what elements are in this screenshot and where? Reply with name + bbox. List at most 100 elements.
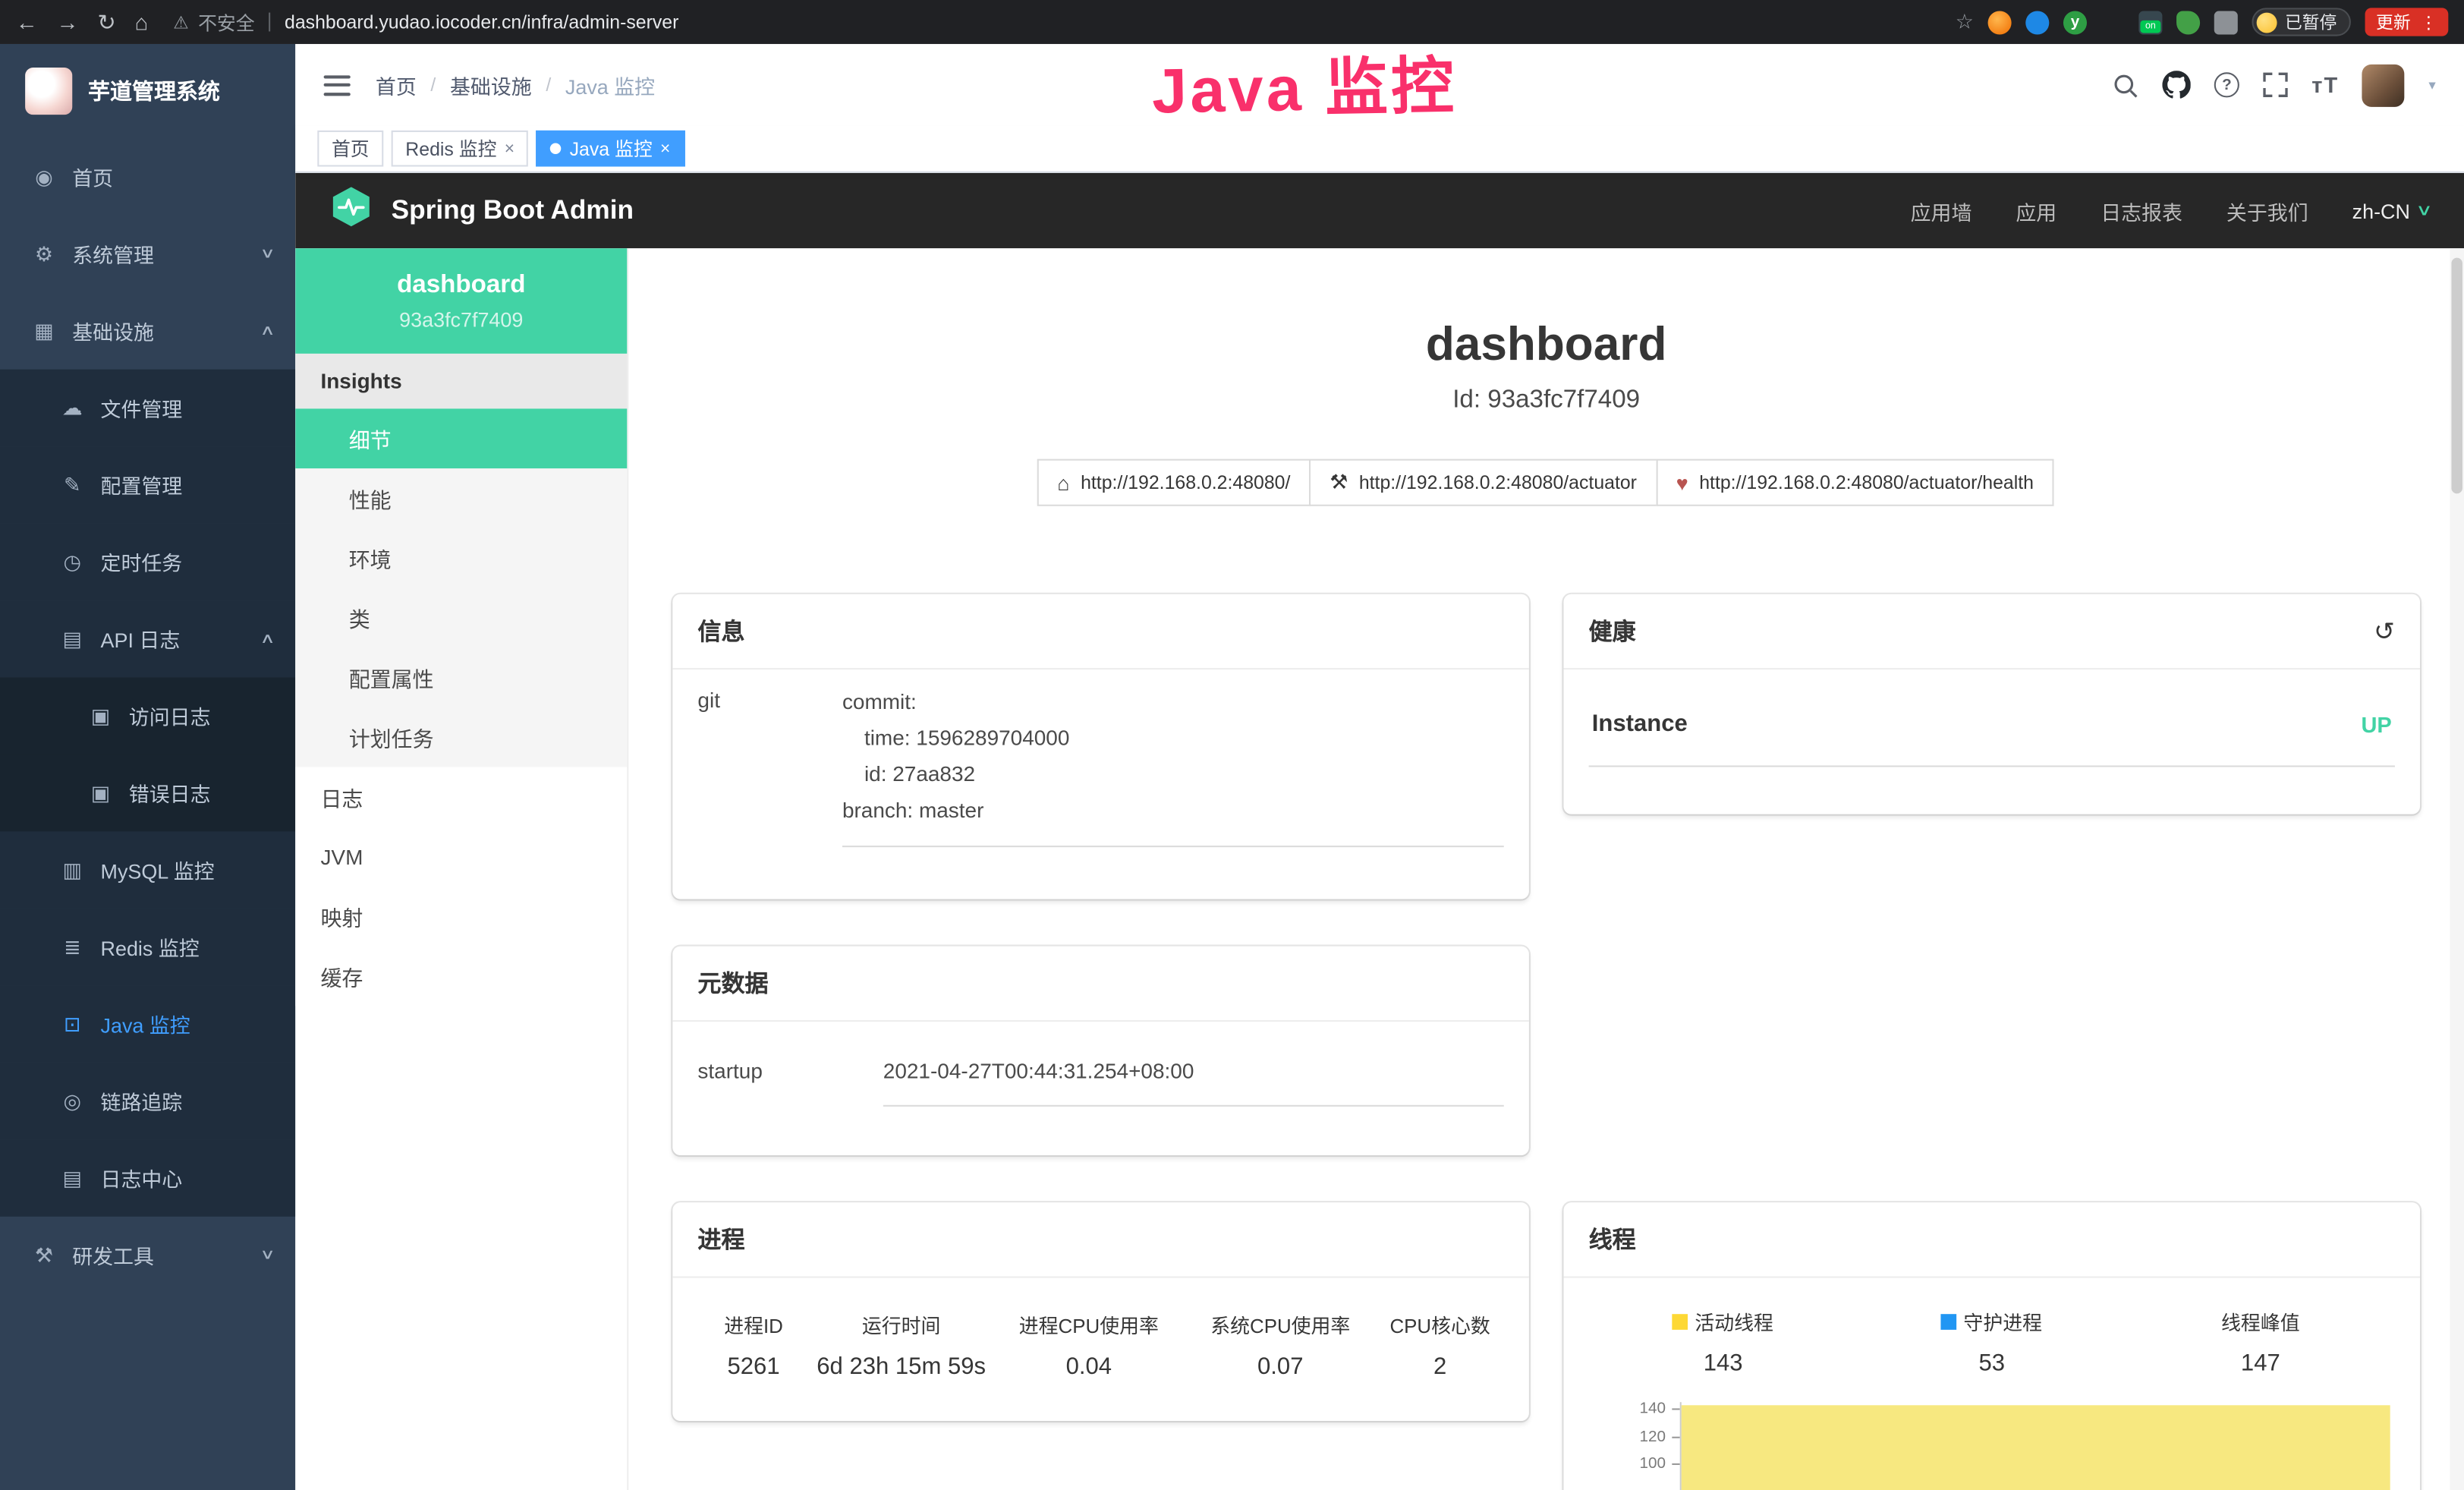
extension-icon-green-y[interactable]: y — [2063, 10, 2087, 33]
paused-badge[interactable]: 已暂停 — [2252, 8, 2350, 36]
github-icon[interactable] — [2163, 71, 2191, 99]
info-card: 信息 git commit: time: 1596289704000 id: 2… — [672, 594, 1529, 899]
sidebar-item-label: MySQL 监控 — [101, 855, 215, 885]
sidebar-item-api-logs[interactable]: ▤ API 日志 ∧ — [0, 600, 295, 677]
process-header-cell: 进程CPU使用率 — [993, 1309, 1185, 1339]
sidebar-item-error-logs[interactable]: ▣ 错误日志 — [0, 754, 295, 831]
sba-nav-journal[interactable]: 日志报表 — [2101, 196, 2182, 225]
sba-item-mappings[interactable]: 映射 — [295, 887, 627, 947]
refresh-icon[interactable]: ↻ — [97, 11, 115, 33]
sidebar-item-label: 基础设施 — [72, 316, 154, 345]
breadcrumb-infrastructure[interactable]: 基础设施 — [450, 70, 532, 99]
chevron-down-icon: ∨ — [260, 245, 275, 263]
font-size-icon[interactable]: тT — [2311, 72, 2339, 97]
header-actions: ? тT ▾ — [2112, 64, 2435, 106]
extensions-puzzle-icon[interactable] — [2214, 10, 2238, 33]
sba-item-caches[interactable]: 缓存 — [295, 947, 627, 1006]
hamburger-icon[interactable] — [324, 74, 351, 95]
tab-label: Redis 监控 — [405, 135, 496, 162]
forward-icon[interactable]: → — [57, 11, 79, 33]
search-icon[interactable] — [2112, 71, 2138, 98]
back-icon[interactable]: ← — [16, 11, 38, 33]
browser-menu-icon[interactable]: ⋮ — [2420, 12, 2437, 33]
bookmark-star-icon[interactable]: ☆ — [1956, 9, 1974, 34]
sidebar-item-home[interactable]: ◉ 首页 — [0, 138, 295, 215]
sba-item-jvm[interactable]: JVM — [295, 827, 627, 887]
update-button[interactable]: 更新 ⋮ — [2365, 8, 2449, 36]
close-icon[interactable]: × — [505, 139, 515, 158]
chevron-down-icon: ∨ — [260, 1246, 275, 1264]
log-icon: ▣ — [88, 780, 113, 805]
tab-redis-monitor[interactable]: Redis 监控 × — [392, 131, 529, 167]
extension-icon-on[interactable]: on — [2138, 10, 2162, 33]
address-bar[interactable]: ⚠ 不安全 dashboard.yudao.iocoder.cn/infra/a… — [173, 8, 678, 35]
sba-instance-block[interactable]: dashboard 93a3fc7f7409 — [295, 248, 627, 354]
history-icon[interactable]: ↺ — [2374, 616, 2395, 647]
extension-icon-blue-drop[interactable] — [2025, 10, 2049, 33]
extension-icon-leaf[interactable] — [2176, 10, 2200, 33]
sidebar-item-redis-monitor[interactable]: ≣ Redis 监控 — [0, 909, 295, 985]
sba-item-logs[interactable]: 日志 — [295, 767, 627, 827]
sidebar-item-log-center[interactable]: ▤ 日志中心 — [0, 1139, 295, 1216]
edit-icon: ✎ — [60, 472, 85, 497]
sba-nav-wallboard[interactable]: 应用墙 — [1911, 196, 1972, 225]
sba-nav-about[interactable]: 关于我们 — [2226, 196, 2308, 225]
health-card: 健康 ↺ Instance UP — [1563, 594, 2420, 814]
link-health-url[interactable]: ♥ http://192.168.0.2:48080/actuator/heal… — [1656, 459, 2054, 506]
sidebar-item-config-management[interactable]: ✎ 配置管理 — [0, 446, 295, 523]
sidebar-item-tracing[interactable]: ◎ 链路追踪 — [0, 1063, 295, 1139]
cloud-icon: ☁ — [60, 395, 85, 421]
sba-item-performance[interactable]: 性能 — [295, 468, 627, 528]
link-actuator-url[interactable]: ⚒ http://192.168.0.2:48080/actuator — [1309, 459, 1657, 506]
threads-card: 线程 活动线程 143 — [1563, 1202, 2420, 1490]
breadcrumb-current: Java 监控 — [565, 70, 655, 99]
sidebar-item-java-monitor[interactable]: ⊡ Java 监控 — [0, 985, 295, 1062]
breadcrumb-home[interactable]: 首页 — [376, 70, 417, 99]
sba-nav-applications[interactable]: 应用 — [2016, 196, 2056, 225]
scrollbar[interactable] — [2450, 248, 2464, 1490]
sba-item-scheduled-tasks[interactable]: 计划任务 — [295, 707, 627, 767]
extension-icon-orange[interactable] — [1988, 10, 2012, 33]
help-icon[interactable]: ? — [2214, 72, 2239, 97]
sidebar-item-infrastructure[interactable]: ▦ 基础设施 ∧ — [0, 292, 295, 369]
main-area: 首页 / 基础设施 / Java 监控 Java 监控 ? тT — [295, 44, 2464, 1490]
info-key: git — [697, 685, 842, 847]
sba-item-config-properties[interactable]: 配置属性 — [295, 647, 627, 707]
chevron-down-icon: ∨ — [2415, 202, 2432, 219]
health-row[interactable]: Instance UP — [1589, 704, 2395, 767]
metadata-card-body: startup 2021-04-27T00:44:31.254+08:00 — [672, 1022, 1529, 1141]
legend-peak-threads: 线程峰值 147 — [2126, 1306, 2395, 1377]
health-card-body: Instance UP — [1563, 669, 2420, 799]
sidebar-item-dev-tools[interactable]: ⚒ 研发工具 ∨ — [0, 1217, 295, 1293]
sidebar-item-scheduled-tasks[interactable]: ◷ 定时任务 — [0, 524, 295, 600]
tab-home[interactable]: 首页 — [317, 131, 383, 167]
process-card-body: 进程ID 5261 运行时间 6d 23h 15m 59s 进程CPU使用率 — [672, 1278, 1529, 1415]
process-header-cell: 运行时间 — [810, 1309, 993, 1339]
sba-item-details[interactable]: 细节 — [295, 408, 627, 468]
scrollbar-thumb[interactable] — [2451, 258, 2462, 494]
sidebar-item-mysql-monitor[interactable]: ▥ MySQL 监控 — [0, 831, 295, 908]
home-icon[interactable]: ⌂ — [135, 11, 149, 33]
sidebar-item-access-logs[interactable]: ▣ 访问日志 — [0, 678, 295, 754]
caret-down-icon[interactable]: ▾ — [2428, 76, 2435, 93]
tab-java-monitor[interactable]: Java 监控 × — [537, 131, 684, 167]
link-service-url[interactable]: ⌂ http://192.168.0.2:48080/ — [1037, 459, 1311, 506]
spring-boot-admin-logo — [330, 185, 373, 235]
document-icon: ▤ — [60, 626, 85, 651]
update-label: 更新 — [2376, 9, 2411, 34]
avatar[interactable] — [2362, 64, 2405, 106]
close-icon[interactable]: × — [660, 139, 670, 158]
sidebar-item-system-management[interactable]: ⚙ 系统管理 ∨ — [0, 216, 295, 292]
sba-item-classes[interactable]: 类 — [295, 587, 627, 647]
eye-icon: ◎ — [60, 1088, 85, 1114]
sba-section-insights: Insights — [295, 354, 627, 408]
fullscreen-icon[interactable] — [2263, 72, 2288, 97]
locale-selector[interactable]: zh-CN ∨ — [2352, 199, 2430, 222]
process-col: CPU核心数 2 — [1377, 1309, 1504, 1380]
legend-swatch-blue — [1941, 1313, 1957, 1329]
sidebar-item-file-management[interactable]: ☁ 文件管理 — [0, 370, 295, 446]
redis-icon: ≣ — [60, 934, 85, 959]
sba-item-environment[interactable]: 环境 — [295, 528, 627, 588]
info-value: commit: time: 1596289704000 id: 27aa832 … — [842, 685, 1504, 847]
legend-label: 守护进程 — [1963, 1306, 2042, 1336]
